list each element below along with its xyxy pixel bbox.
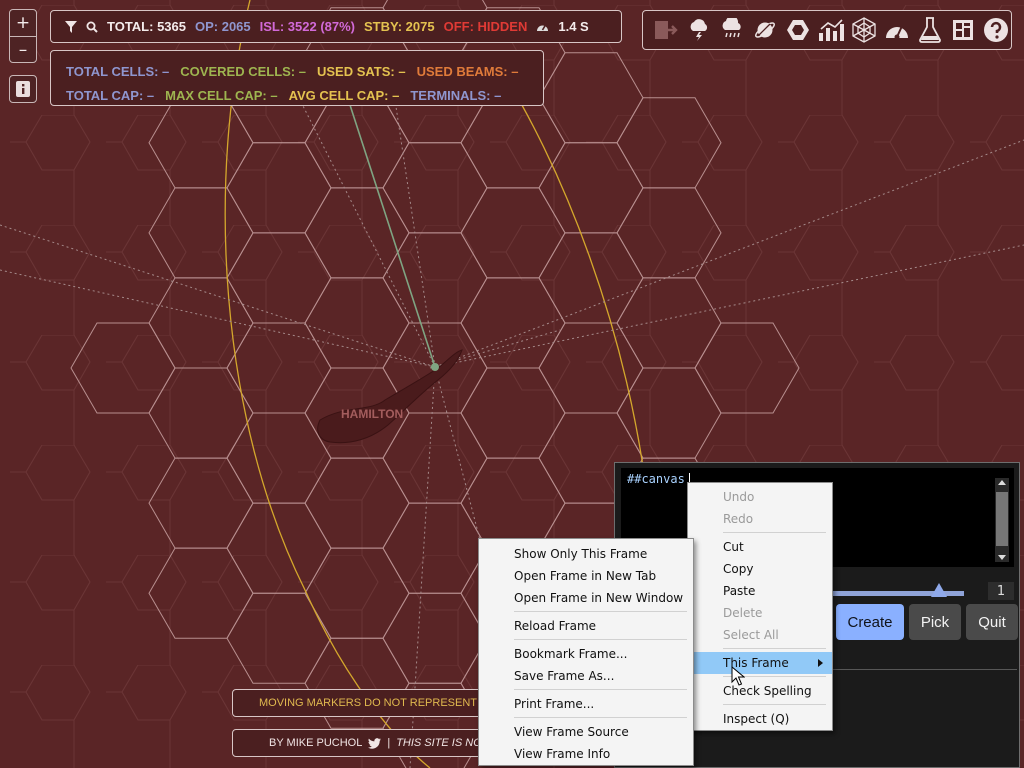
max-cell-cap: MAX CELL CAP: – <box>165 87 278 103</box>
menu-item-select-all[interactable]: Select All <box>688 624 832 646</box>
menu-separator <box>723 704 826 705</box>
menu-item-check-spelling[interactable]: Check Spelling <box>688 680 832 702</box>
zoom-out-button[interactable]: – <box>10 36 36 63</box>
depth-slider-handle[interactable] <box>931 583 947 597</box>
zoom-controls: + – <box>9 9 37 63</box>
menu-separator <box>723 532 826 533</box>
rain-button[interactable] <box>719 17 745 43</box>
mouse-cursor-icon <box>731 666 745 686</box>
cell-stats-panel: TOTAL CELLS: – COVERED CELLS: – USED SAT… <box>50 50 544 106</box>
zoom-in-button[interactable]: + <box>10 10 36 36</box>
chart-icon <box>819 19 844 41</box>
layout-icon <box>953 20 973 40</box>
disclaimer-text: MOVING MARKERS DO NOT REPRESENT A <box>259 697 487 709</box>
menu-separator <box>514 639 687 640</box>
menu-item-delete[interactable]: Delete <box>688 602 832 624</box>
network-button[interactable] <box>851 17 877 43</box>
speedometer-icon <box>886 25 908 40</box>
menu-item-view-info[interactable]: View Frame Info <box>479 743 693 765</box>
menu-item-save-frame[interactable]: Save Frame As... <box>479 665 693 687</box>
hexagon-icon <box>787 20 809 40</box>
menu-item-reload-frame[interactable]: Reload Frame <box>479 615 693 637</box>
credits-bar: BY MIKE PUCHOL | THIS SITE IS NO <box>232 729 502 757</box>
terminals: TERMINALS: – <box>410 87 502 103</box>
twitter-icon[interactable] <box>368 737 382 749</box>
total-cells: TOTAL CELLS: – <box>66 63 170 79</box>
author-credit[interactable]: BY MIKE PUCHOL <box>269 737 362 749</box>
menu-item-show-only-frame[interactable]: Show Only This Frame <box>479 543 693 565</box>
console-scrollbar[interactable] <box>995 478 1009 562</box>
export-button[interactable] <box>653 17 679 43</box>
rain-icon <box>722 18 741 38</box>
flask-button[interactable] <box>917 17 943 43</box>
pick-button[interactable]: Pick <box>909 604 961 640</box>
search-icon[interactable] <box>86 21 98 33</box>
off-count[interactable]: OFF: HIDDEN <box>444 19 528 34</box>
create-button[interactable]: Create <box>836 604 904 640</box>
isl-count[interactable]: ISL: 3522 (87%) <box>260 19 355 34</box>
storm-button[interactable] <box>686 17 712 43</box>
submenu-arrow-icon <box>818 659 823 667</box>
disclaimer-banner: MOVING MARKERS DO NOT REPRESENT A <box>232 689 502 717</box>
layout-button[interactable] <box>950 17 976 43</box>
flask-icon <box>919 17 941 43</box>
edit-context-menu: Undo Redo Cut Copy Paste Delete Select A… <box>687 482 833 731</box>
scrollbar-thumb[interactable] <box>996 492 1008 546</box>
menu-separator <box>514 689 687 690</box>
satellite-stats-bar: TOTAL: 5365 OP: 2065 ISL: 3522 (87%) STB… <box>50 10 622 43</box>
depth-value-box[interactable]: 1 <box>988 582 1014 600</box>
help-icon <box>984 18 1008 42</box>
menu-item-cut[interactable]: Cut <box>688 536 832 558</box>
credits-separator: | <box>387 737 391 749</box>
op-count[interactable]: OP: 2065 <box>195 19 251 34</box>
city-label: HAMILTON <box>341 407 403 421</box>
export-icon <box>655 21 678 39</box>
total-count: TOTAL: 5365 <box>107 19 186 34</box>
menu-item-paste[interactable]: Paste <box>688 580 832 602</box>
gauge-icon <box>537 24 549 31</box>
help-button[interactable] <box>983 17 1009 43</box>
info-button[interactable] <box>9 75 37 103</box>
menu-item-this-frame[interactable]: This Frame <box>688 652 832 674</box>
filter-icon[interactable] <box>65 20 77 33</box>
used-sats: USED SATS: – <box>316 63 406 79</box>
total-cap: TOTAL CAP: – <box>66 87 155 103</box>
site-notice: THIS SITE IS NO <box>396 737 482 749</box>
network-icon <box>852 17 876 43</box>
menu-item-inspect[interactable]: Inspect (Q) <box>688 708 832 730</box>
menu-item-copy[interactable]: Copy <box>688 558 832 580</box>
hexagon-button[interactable] <box>785 17 811 43</box>
info-icon <box>16 81 30 97</box>
menu-separator <box>723 648 826 649</box>
ground-station-marker <box>431 363 439 371</box>
speedometer-button[interactable] <box>884 17 910 43</box>
menu-item-redo[interactable]: Redo <box>688 508 832 530</box>
menu-item-bookmark-frame[interactable]: Bookmark Frame... <box>479 643 693 665</box>
map-toolbar <box>642 10 1012 50</box>
storm-icon <box>690 19 708 41</box>
used-beams: USED BEAMS: – <box>416 63 519 79</box>
covered-cells: COVERED CELLS: – <box>180 63 306 79</box>
menu-separator <box>514 717 687 718</box>
frame-submenu: Show Only This Frame Open Frame in New T… <box>478 538 694 766</box>
update-interval: 1.4 S <box>558 19 589 34</box>
avg-cell-cap: AVG CELL CAP: – <box>288 87 400 103</box>
menu-item-print-frame[interactable]: Print Frame... <box>479 693 693 715</box>
menu-item-open-frame-tab[interactable]: Open Frame in New Tab <box>479 565 693 587</box>
planet-icon <box>755 22 775 38</box>
menu-item-open-frame-window[interactable]: Open Frame in New Window <box>479 587 693 609</box>
menu-item-undo[interactable]: Undo <box>688 486 832 508</box>
stby-count[interactable]: STBY: 2075 <box>364 19 435 34</box>
chart-button[interactable] <box>818 17 844 43</box>
menu-item-view-source[interactable]: View Frame Source <box>479 721 693 743</box>
console-text: ##canvas <box>627 472 685 486</box>
quit-button[interactable]: Quit <box>966 604 1018 640</box>
divider <box>815 669 1017 670</box>
menu-separator <box>514 611 687 612</box>
planet-button[interactable] <box>752 17 778 43</box>
